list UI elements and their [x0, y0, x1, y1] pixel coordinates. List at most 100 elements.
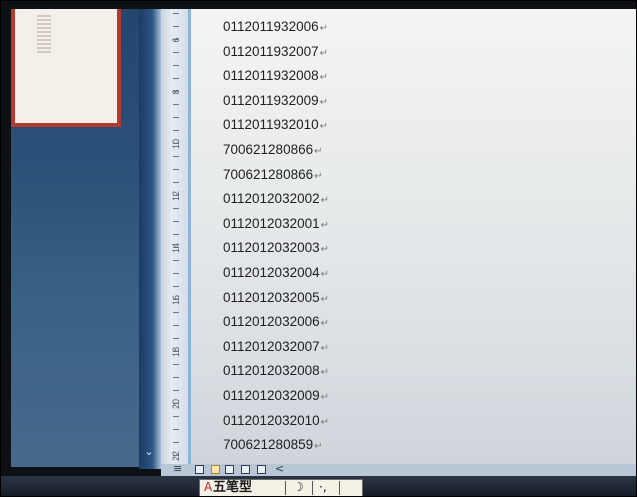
paragraph-mark-icon: ↵	[319, 121, 328, 133]
document-line[interactable]: 700621280866↵	[223, 138, 329, 163]
line-text: 0112012032008	[223, 363, 320, 379]
line-text: 0112012032003	[223, 240, 320, 256]
ruler-tick	[173, 299, 179, 300]
ime-punctuation-icon[interactable]: ·,	[319, 480, 327, 494]
document-line[interactable]: 0112012032008↵	[223, 359, 329, 384]
paragraph-mark-icon: ↵	[320, 342, 329, 354]
line-text: 0112012032005	[223, 289, 320, 305]
ime-separator	[312, 481, 313, 495]
document-line[interactable]: 0112012032009↵	[223, 384, 329, 409]
paragraph-mark-icon: ↵	[314, 441, 323, 453]
ruler-tick	[173, 312, 179, 313]
document-line[interactable]: 0112012032010↵	[223, 409, 329, 434]
ruler-tick	[173, 351, 179, 352]
ruler-tick	[173, 195, 179, 196]
document-line[interactable]: 0112011932009↵	[223, 89, 329, 114]
ruler-tick	[173, 455, 179, 456]
ime-input-method-label[interactable]: 五笔型	[213, 479, 252, 496]
line-text: 0112012032001	[223, 215, 320, 231]
ruler-tick	[173, 234, 179, 235]
line-text: 700621280859	[223, 437, 314, 453]
ime-separator	[285, 481, 286, 495]
ruler-label: 12	[171, 191, 181, 202]
document-line[interactable]: 0112012032003↵	[223, 236, 329, 261]
ruler-tick	[173, 429, 179, 430]
ruler-label: 14	[171, 243, 181, 254]
ruler-tick	[173, 117, 179, 118]
line-text: 0112012032007	[223, 338, 320, 354]
web-layout-view-icon[interactable]	[225, 465, 234, 474]
ruler-tick	[173, 130, 179, 131]
paragraph-mark-icon: ↵	[320, 367, 329, 379]
draft-view-icon[interactable]	[257, 465, 266, 474]
paragraph-mark-icon: ↵	[319, 23, 328, 34]
document-line[interactable]: 0112011932008↵	[223, 64, 329, 89]
ruler-tick	[173, 247, 179, 248]
document-text: 0112011932006↵ 0112011932007↵ 011201193200…	[223, 15, 329, 458]
ruler-tick	[173, 377, 179, 378]
ruler-tick	[173, 91, 179, 92]
outline-view-icon[interactable]	[241, 465, 250, 474]
window-frame-edge	[139, 9, 161, 469]
ruler-label: 10	[171, 139, 181, 150]
ruler-tick	[173, 442, 179, 443]
document-line[interactable]: 0112012032002↵	[223, 187, 329, 212]
paragraph-mark-icon: ↵	[314, 145, 323, 157]
ruler-label: 6	[171, 37, 181, 43]
ruler-tick	[173, 78, 179, 79]
document-line[interactable]: 0112011932006↵	[223, 15, 329, 40]
ruler-tick	[173, 416, 179, 417]
paragraph-mark-icon: ↵	[319, 72, 328, 84]
vertical-ruler: 6 8 10 12 14 16 18 20 22	[161, 9, 191, 469]
ruler-tick	[173, 208, 179, 209]
ruler-tick	[173, 286, 179, 287]
line-text: 0112012032002	[223, 191, 320, 207]
ruler-label: 16	[171, 295, 181, 306]
ruler-tick	[173, 143, 179, 144]
paragraph-mark-icon: ↵	[320, 416, 329, 428]
ruler-tick	[173, 325, 179, 326]
window-thumbnail[interactable]	[11, 9, 121, 127]
document-line[interactable]: 0112012032007↵	[223, 335, 329, 360]
document-line[interactable]: 700621280866↵	[223, 163, 329, 188]
line-text: 0112011932010	[223, 117, 319, 133]
paragraph-mark-icon: ↵	[320, 318, 329, 330]
document-line[interactable]: 0112011932010↵	[223, 113, 329, 138]
paragraph-mark-icon: ↵	[320, 268, 329, 280]
ruler-tick	[173, 338, 179, 339]
print-layout-view-icon[interactable]	[195, 465, 204, 474]
document-line[interactable]: 0112012032006↵	[223, 310, 329, 335]
ruler-tick	[173, 156, 179, 157]
ime-moon-icon[interactable]: ☽	[293, 480, 304, 494]
ruler-label: 8	[171, 89, 181, 95]
document-line[interactable]: 0112012032001↵	[223, 212, 329, 237]
scroll-down-icon[interactable]: ⌄	[142, 445, 156, 459]
paragraph-mark-icon: ↵	[320, 244, 329, 256]
ruler-tick	[173, 13, 179, 14]
line-text: 0112011932008	[223, 68, 319, 84]
prev-page-button[interactable]: <	[275, 462, 284, 475]
full-screen-reading-view-icon[interactable]	[211, 465, 220, 474]
ime-mode-icon[interactable]: A	[204, 480, 212, 494]
document-map-icon[interactable]: ≡	[173, 462, 182, 475]
document-line[interactable]: 700621280859↵	[223, 433, 329, 458]
document-page[interactable]: 0112011932006↵ 0112011932007↵ 011201193200…	[191, 9, 636, 469]
ruler-tick	[173, 26, 179, 27]
ruler-tick	[173, 65, 179, 66]
ruler-tick	[173, 52, 179, 53]
document-line[interactable]: 0112012032004↵	[223, 261, 329, 286]
paragraph-mark-icon: ↵	[314, 170, 323, 182]
ruler-tick	[173, 260, 179, 261]
line-text: 0112012032006	[223, 314, 320, 330]
document-line[interactable]: 0112011932007↵	[223, 40, 329, 65]
paragraph-mark-icon: ↵	[319, 47, 328, 59]
paragraph-mark-icon: ↵	[320, 293, 329, 305]
ruler-tick	[173, 182, 179, 183]
paragraph-mark-icon: ↵	[320, 195, 329, 207]
ruler-tick	[173, 221, 179, 222]
document-line[interactable]: 0112012032005↵	[223, 286, 329, 311]
line-text: 0112011932006	[223, 19, 319, 34]
ruler-label: 18	[171, 347, 181, 358]
ruler-tick	[173, 104, 179, 105]
ruler-tick	[173, 403, 179, 404]
